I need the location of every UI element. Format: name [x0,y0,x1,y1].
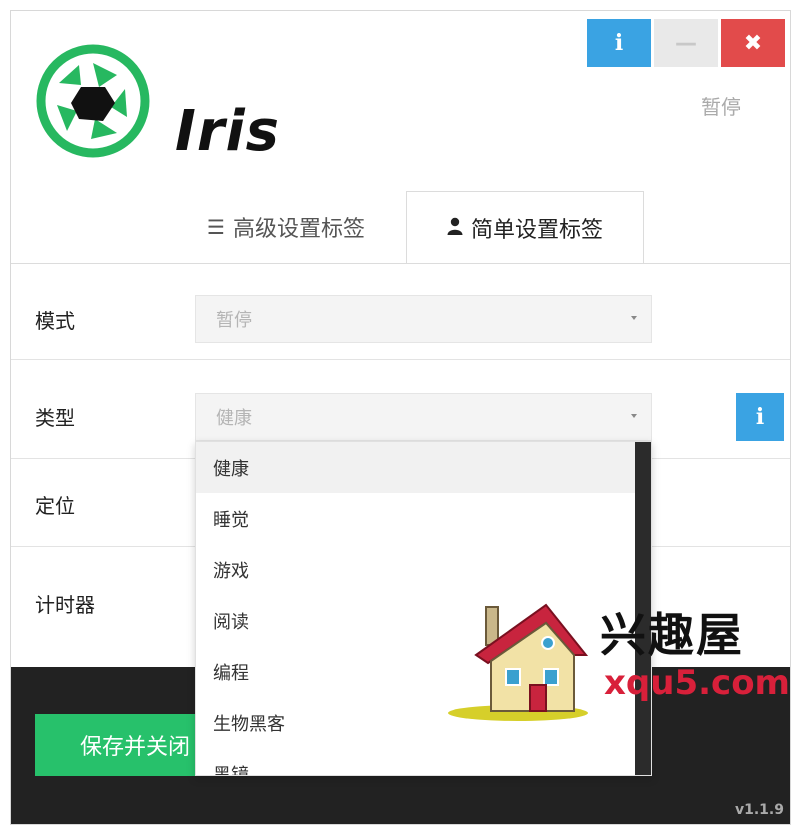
tab-advanced-settings[interactable]: ☰ 高级设置标签 [171,191,401,263]
tabs-divider [11,263,790,264]
watermark-en: xqu5.com [604,663,790,703]
iris-logo: Iris [33,41,279,164]
close-button[interactable]: ✖ [721,19,785,67]
tab-label: 高级设置标签 [232,217,365,242]
mode-select[interactable]: 暂停 [195,295,652,343]
dropdown-option[interactable]: 睡觉 [196,493,651,544]
user-icon [447,216,463,240]
list-icon: ☰ [207,215,225,239]
watermark-cn: 兴趣屋 [600,608,744,662]
minimize-button[interactable]: — [654,19,718,67]
status-text: 暂停 [701,95,741,119]
version-label: v1.1.9 [735,802,784,818]
type-label: 类型 [35,406,75,430]
row-divider [11,359,790,360]
aperture-icon [36,44,150,158]
tab-simple-settings[interactable]: 简单设置标签 [406,191,644,264]
timer-label: 计时器 [35,593,95,617]
caret-down-icon [631,316,637,320]
type-info-button[interactable]: i [736,393,784,441]
info-button[interactable]: i [587,19,651,67]
caret-down-icon [631,414,637,418]
watermark: 兴趣屋 xqu5.com [446,585,791,725]
dropdown-option[interactable]: 健康 [196,442,651,493]
mode-label: 模式 [35,309,75,333]
location-label: 定位 [35,494,75,518]
mode-select-value: 暂停 [216,310,252,331]
type-select-value: 健康 [216,408,252,429]
dropdown-option[interactable]: 黑镜 [196,748,651,776]
house-icon [448,603,589,721]
tab-label: 简单设置标签 [470,218,603,243]
app-name: Iris [175,99,280,164]
type-select[interactable]: 健康 [195,393,652,441]
